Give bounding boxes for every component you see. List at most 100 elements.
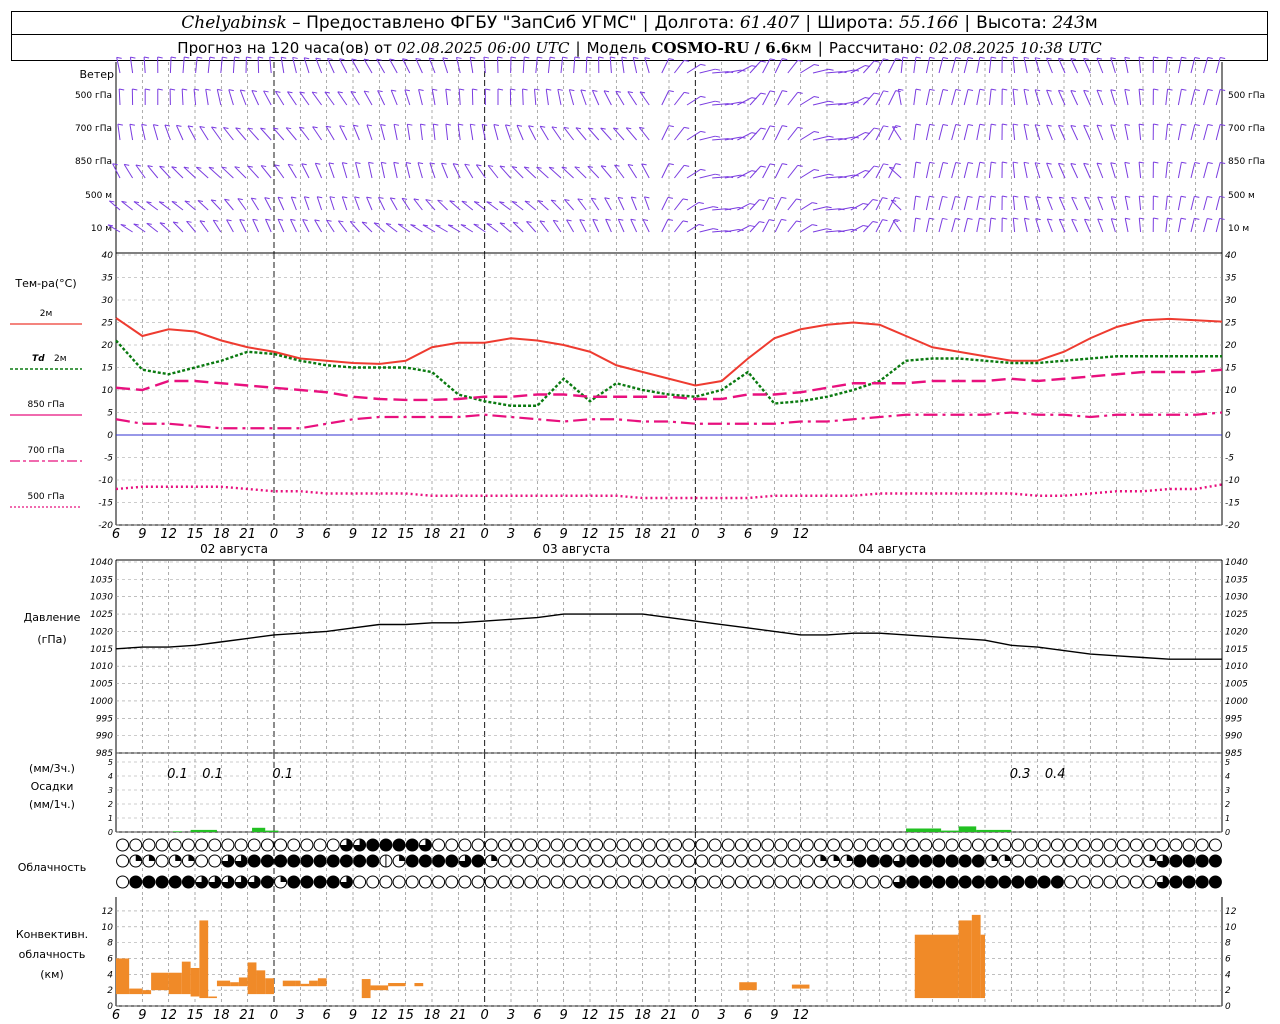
wind-barb-flag: [668, 90, 674, 93]
wind-barb-flag: [667, 196, 674, 199]
cloud-symbol: [998, 838, 1012, 852]
wind-barb: [277, 219, 285, 233]
wind-barb-flag: [1013, 56, 1019, 59]
temp-ytick-right: 15: [1225, 364, 1237, 374]
conv-ytick-right: 10: [1225, 923, 1237, 933]
wind-barb: [1124, 196, 1129, 211]
wind-barb: [199, 220, 209, 233]
cloud-symbol: [853, 838, 867, 852]
cloud-symbol-mark: [399, 855, 406, 861]
precip-bar: [265, 830, 279, 832]
wind-barb: [699, 100, 716, 106]
cloud-symbol: [682, 875, 696, 889]
wind-barb-flag: [1023, 161, 1030, 164]
wind-barb: [298, 126, 310, 141]
cloud-symbol: [537, 854, 551, 868]
wind-barb-flag: [769, 219, 775, 222]
wind-barb: [963, 89, 969, 106]
wind-barb: [239, 219, 247, 233]
wind-barb: [511, 201, 524, 211]
wind-barb: [875, 125, 884, 141]
wind-barb: [235, 127, 247, 141]
wind-barb-flag: [1194, 161, 1200, 164]
wind-barb: [1070, 163, 1079, 179]
cloud-symbol: [629, 854, 643, 868]
wind-barb: [512, 221, 524, 233]
wind-barb: [486, 223, 499, 233]
cloud-symbol: [1169, 838, 1183, 852]
cloud-symbol-mark: [991, 855, 998, 861]
wind-barb: [301, 163, 310, 179]
wind-barb: [337, 220, 348, 233]
wind-barb-flag: [700, 95, 706, 98]
wind-barb: [329, 196, 335, 211]
x-tick-label: 6: [744, 527, 752, 542]
wind-barb: [460, 224, 474, 233]
cloud-symbol: [708, 854, 722, 868]
cloud-symbol: [682, 838, 696, 852]
wind-barb: [900, 57, 904, 74]
wind-barb: [625, 127, 637, 141]
cloud-symbol: [366, 875, 380, 889]
wind-barb: [1058, 125, 1066, 141]
temp-ytick-right: 5: [1225, 409, 1231, 419]
x-tick-label-bottom: 15: [608, 1008, 625, 1023]
cloud-symbol: [1090, 854, 1104, 868]
wind-barb: [627, 164, 638, 179]
wind-barb: [560, 57, 564, 74]
wind-barb: [591, 90, 600, 106]
cloud-symbol: [774, 854, 788, 868]
wind-barb: [292, 57, 297, 74]
cloud-symbol: [879, 838, 893, 852]
conv-bar: [739, 982, 757, 991]
cloud-symbol: [590, 875, 604, 889]
wind-barb-flag: [813, 64, 820, 67]
wind-barb-flag: [537, 56, 543, 59]
precip-bar: [906, 828, 942, 832]
wind-barb: [1046, 218, 1053, 233]
cloud-symbol: [813, 838, 827, 852]
wind-barb: [339, 58, 348, 74]
wind-barb-flag: [1002, 88, 1008, 91]
wind-barb: [469, 57, 474, 74]
temp-ytick-left: -10: [98, 476, 113, 486]
wind-barb-flag: [1124, 123, 1130, 126]
wind-barb: [1023, 196, 1028, 211]
wind-barb-flag: [1124, 88, 1130, 91]
cloud-symbol: [655, 838, 669, 852]
cloud-symbol: [1077, 838, 1091, 852]
wind-barb-flag: [1207, 217, 1213, 220]
wind-barb: [452, 163, 461, 179]
wind-barb-flag: [873, 92, 880, 95]
wind-barb-flag: [812, 202, 818, 205]
temp-ytick-right: -20: [1225, 521, 1240, 531]
cloud-symbol-mark: [1209, 855, 1222, 867]
wind-level-700hpa: 700 гПа: [75, 124, 112, 134]
wind-barb-flag: [782, 58, 788, 61]
wind-barb: [181, 88, 184, 106]
wind-barb: [205, 89, 209, 106]
wind-barb: [925, 218, 930, 233]
cloud-symbol: [1077, 854, 1091, 868]
cloud-symbol-mark: [1169, 876, 1182, 888]
wind-barb-flag: [418, 88, 424, 91]
cloud-symbol: [1103, 875, 1117, 889]
wind-barb-flag: [967, 217, 973, 220]
wind-barb-flag: [991, 88, 997, 91]
wind-barb: [661, 58, 670, 74]
wind-barb: [169, 56, 172, 74]
wind-barb: [109, 200, 121, 211]
cloud-symbol: [1024, 854, 1038, 868]
x-tick-label-bottom: 9: [770, 1008, 778, 1023]
x-tick-label: 21: [450, 527, 467, 542]
wind-barb: [1177, 89, 1182, 106]
wind-barb-flag: [942, 124, 949, 126]
wind-barb: [328, 162, 335, 179]
wind-barb-flag: [828, 173, 834, 176]
wind-barb-flag: [1153, 56, 1159, 59]
wind-barb: [762, 90, 771, 106]
conv-bar: [230, 982, 239, 987]
cloud-symbol-mark: [1051, 876, 1064, 888]
wind-barb: [475, 164, 486, 179]
x-tick-label-bottom: 12: [792, 1008, 809, 1023]
